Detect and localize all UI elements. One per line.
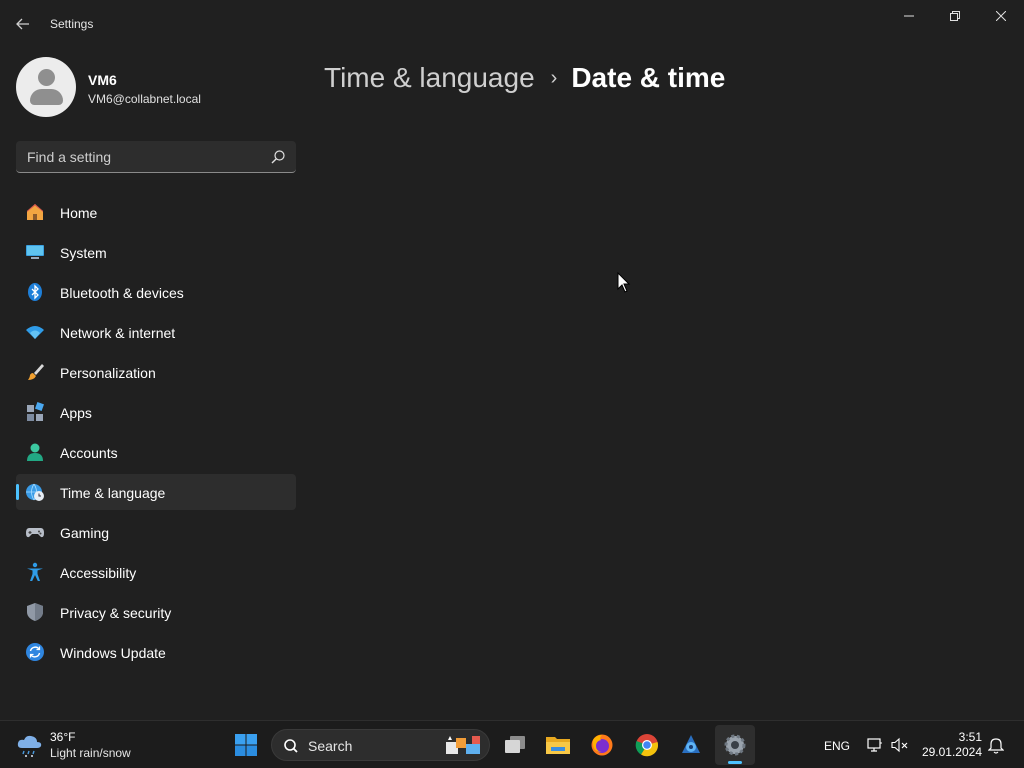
back-arrow-icon: [16, 18, 29, 30]
taskbar-search[interactable]: Search: [271, 729, 490, 761]
language-indicator[interactable]: ENG: [824, 739, 850, 753]
mouse-cursor-icon: [617, 272, 631, 293]
sidebar-item-network[interactable]: Network & internet: [16, 314, 296, 350]
monitor-icon: [25, 242, 45, 262]
sidebar-item-accounts[interactable]: Accounts: [16, 434, 296, 470]
sidebar-item-label: Personalization: [60, 365, 156, 381]
clock-time: 3:51: [958, 730, 982, 744]
user-email: VM6@collabnet.local: [88, 92, 201, 106]
sidebar-item-privacy[interactable]: Privacy & security: [16, 594, 296, 630]
start-button[interactable]: [226, 725, 266, 765]
taskbar: 36°F Light rain/snow Search ENG 3:51 29.…: [0, 720, 1024, 768]
weather-temperature: 36°F: [50, 730, 76, 744]
chrome-icon: [635, 734, 659, 757]
avatar: [16, 57, 76, 117]
sidebar-item-label: Apps: [60, 405, 92, 421]
selection-indicator: [16, 484, 19, 500]
taskbar-search-label: Search: [308, 738, 353, 754]
clock-date: 29.01.2024: [921, 745, 982, 759]
sidebar-item-label: System: [60, 245, 107, 261]
brush-icon: [25, 362, 45, 382]
start-icon: [235, 734, 257, 756]
sidebar-item-label: Gaming: [60, 525, 110, 541]
sidebar-item-time-language[interactable]: Time & language: [16, 474, 296, 510]
weather-widget[interactable]: 36°F Light rain/snow: [16, 729, 176, 761]
app-button[interactable]: [671, 725, 711, 765]
sidebar-item-label: Home: [60, 205, 98, 221]
accessibility-icon: [25, 562, 45, 582]
task-view-icon: [505, 736, 525, 753]
breadcrumb-parent-link[interactable]: Time & language: [324, 62, 535, 94]
sidebar-item-label: Network & internet: [60, 325, 176, 341]
file-explorer-icon: [546, 737, 570, 754]
window-title: Settings: [50, 17, 94, 31]
sidebar-item-label: Privacy & security: [60, 605, 172, 621]
sidebar-item-personalization[interactable]: Personalization: [16, 354, 296, 390]
globe-clock-icon: [25, 482, 45, 502]
chevron-right-icon: ›: [550, 66, 558, 89]
person-icon: [25, 442, 45, 462]
gamepad-icon: [25, 522, 45, 542]
sidebar-item-accessibility[interactable]: Accessibility: [16, 554, 296, 590]
back-button[interactable]: [8, 10, 38, 38]
sidebar-item-system[interactable]: System: [16, 234, 296, 270]
user-name: VM6: [88, 72, 117, 88]
sidebar-item-label: Time & language: [60, 485, 166, 501]
minimize-button[interactable]: [886, 0, 932, 32]
apps-icon: [25, 402, 45, 422]
sidebar-item-label: Windows Update: [60, 645, 166, 661]
clock[interactable]: 3:51 29.01.2024: [918, 730, 982, 760]
app-icon: [682, 735, 700, 753]
weather-condition: Light rain/snow: [50, 746, 131, 760]
restore-button[interactable]: [932, 0, 978, 32]
shield-icon: [25, 602, 45, 622]
notification-bell-icon[interactable]: [986, 735, 1006, 755]
minimize-icon: [904, 15, 914, 17]
file-explorer-button[interactable]: [538, 725, 578, 765]
close-icon: [996, 11, 1006, 21]
firefox-icon: [591, 734, 613, 756]
close-button[interactable]: [978, 0, 1024, 32]
sidebar-item-label: Accounts: [60, 445, 118, 461]
rain-snow-cloud-icon: [17, 735, 42, 757]
search-icon: [284, 739, 298, 753]
user-profile[interactable]: VM6 VM6@collabnet.local: [16, 57, 296, 117]
search-icon[interactable]: [270, 149, 286, 165]
chrome-button[interactable]: [627, 725, 667, 765]
sidebar-item-gaming[interactable]: Gaming: [16, 514, 296, 550]
settings-taskbar-button[interactable]: [715, 725, 755, 765]
settings-icon: [724, 734, 746, 756]
sidebar-nav: Home System Bluetooth & devices Network …: [16, 194, 296, 674]
bluetooth-icon: [25, 282, 45, 302]
page-title: Date & time: [571, 62, 726, 93]
restore-icon: [950, 11, 960, 21]
network-icon[interactable]: [864, 735, 884, 755]
sidebar-item-label: Bluetooth & devices: [60, 285, 184, 301]
task-view-button[interactable]: [495, 725, 535, 765]
sidebar-item-windows-update[interactable]: Windows Update: [16, 634, 296, 670]
search-highlight-icon: [446, 736, 480, 754]
title-bar: Settings: [0, 0, 1024, 48]
sidebar-item-bluetooth[interactable]: Bluetooth & devices: [16, 274, 296, 310]
wifi-icon: [25, 322, 45, 342]
breadcrumb: Time & language › Date & time: [324, 58, 725, 98]
search-input[interactable]: [16, 141, 266, 172]
sidebar-item-apps[interactable]: Apps: [16, 394, 296, 430]
sidebar-item-home[interactable]: Home: [16, 194, 296, 230]
settings-search: [16, 141, 296, 173]
active-app-indicator: [728, 761, 742, 764]
firefox-button[interactable]: [582, 725, 622, 765]
update-icon: [25, 642, 45, 662]
home-icon: [25, 202, 45, 222]
volume-muted-icon[interactable]: [890, 735, 910, 755]
sidebar-item-label: Accessibility: [60, 565, 137, 581]
